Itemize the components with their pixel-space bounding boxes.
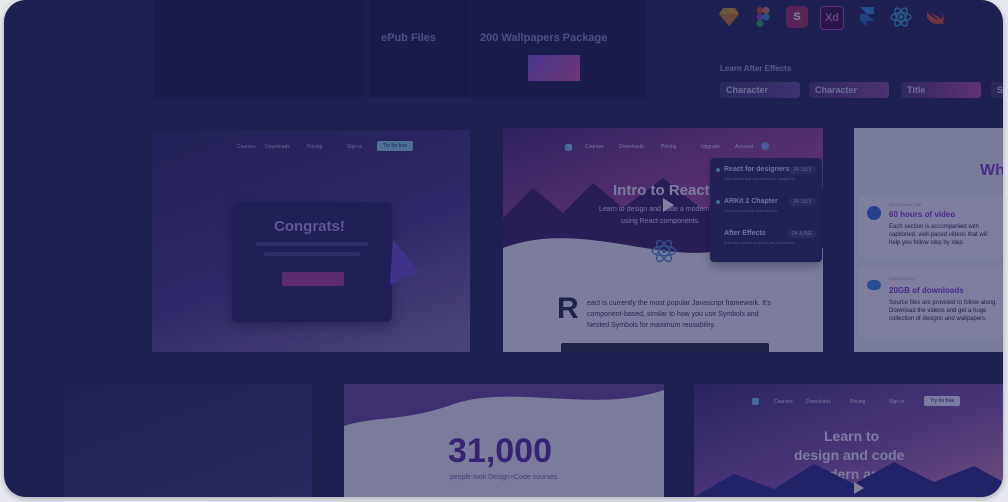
wallpaper-thumbnail [528,55,580,81]
after-effects-pill-2[interactable]: Character [809,82,889,98]
react-nav-logo-icon[interactable] [565,144,572,151]
dropdown-item-title: After Effects [724,230,766,237]
stats-card[interactable]: 31,000 people took Design+Code courses [344,384,664,497]
dropdown-item[interactable]: React for designers 24 JULY Get started … [710,164,822,194]
features-title: Wh [980,162,1003,179]
epub-card[interactable] [154,0,364,98]
xd-label: Xd [824,12,840,24]
react-subtitle-2: using React components. [621,218,700,225]
dropdown-item-badge: 24 JUNE [787,230,816,238]
after-effects-pill-3[interactable]: Title [901,82,981,98]
xd-icon[interactable]: Xd [820,6,844,30]
feature-2-line-2: Download the videos and get a huge [889,308,987,314]
congrats-nav-signin[interactable]: Sign in [347,144,362,150]
congrats-nav-courses[interactable]: Courses [237,144,256,150]
dropdown-item-dot-icon [716,168,720,172]
stats-wave [344,384,664,426]
react-nav-account[interactable]: Account [735,144,753,150]
dropdown-item-desc: A simple course to teach you the basics [724,240,795,245]
congrats-title: Congrats! [274,218,345,235]
feature-2-line-1: Source files are provided to follow alon… [889,300,998,306]
epub-title: ePub Files [381,32,437,44]
react-nav-upgrade[interactable]: Upgrade [701,144,720,150]
congrats-button[interactable] [282,272,344,286]
landing-nav-signin[interactable]: Sign in [889,399,904,405]
feature-2-title: 20GB of downloads [889,286,964,295]
courses-dropdown: React for designers 24 JULY Get started … [710,158,822,262]
stats-number: 31,000 [448,432,552,470]
landing-title-1: Learn to [824,428,880,444]
body-dropcap: R [557,292,579,325]
wallpapers-title: 200 Wallpapers Package [480,32,608,44]
play-circle-icon [867,206,881,220]
avatar[interactable] [761,142,769,150]
congrats-nav-pricing[interactable]: Pricing [307,144,322,150]
react-subtitle-1: Learn to design and code a modern [599,206,710,213]
stats-caption: people took Design+Code courses [450,474,558,481]
features-card[interactable]: Wh WATCH ANYTIME 60 hours of video Each … [854,128,1003,352]
wallpapers-card[interactable]: 200 Wallpapers Package [470,0,645,98]
landing-crystal-shapes [694,462,1003,497]
landing-logo-icon[interactable] [752,398,759,405]
after-effects-pill-1[interactable]: Character [720,82,800,98]
congrats-card[interactable]: Courses Downloads Pricing Sign in Try fo… [152,130,470,352]
dropdown-item-title: ARKit 2 Chapter [724,198,778,205]
swift-icon[interactable] [924,6,946,28]
body-text-2: component-based, similar to how you use … [587,311,759,318]
tools-icon-row: S Xd [718,6,946,30]
feature-1-line-2: captioned, well-paced videos that will [889,232,988,238]
play-icon[interactable] [663,198,674,212]
react-nav-courses[interactable]: Courses [585,144,604,150]
bottom-left-card[interactable] [64,384,312,497]
landing-nav-courses[interactable]: Courses [774,399,793,405]
landing-cta-button[interactable]: Try for free [924,396,961,406]
dropdown-item[interactable]: After Effects 24 JUNE A simple course to… [710,228,822,258]
react-intro-card[interactable]: Courses Downloads Pricing Upgrade Accoun… [503,128,823,352]
react-logo-icon [651,239,677,263]
feature-1-line-3: help you follow step by step. [889,240,965,246]
dropdown-item-badge: 24 JULY [789,166,816,174]
feature-1-kicker: WATCH ANYTIME [889,202,922,207]
sketch-icon[interactable] [718,6,740,28]
dropdown-item-desc: Get started learning React for designing [724,176,795,181]
react-nav-pricing[interactable]: Pricing [661,144,676,150]
congrats-text-line [256,242,368,246]
congrats-modal: Congrats! [232,202,392,322]
after-effects-pill-4[interactable]: S [991,82,1003,98]
dropdown-item-badge: 24 JULY [789,198,816,206]
body-text-1: eact is currently the most popular Javas… [587,300,771,307]
feature-2-line-3: collection of designs and wallpapers. [889,316,987,322]
congrats-text-line [264,252,360,256]
landing-play-icon[interactable] [854,482,864,494]
react-nav-downloads[interactable]: Downloads [619,144,644,150]
framer-icon[interactable] [856,6,878,28]
feature-video-card[interactable]: WATCH ANYTIME 60 hours of video Each sec… [859,196,1003,258]
s-label: S [793,11,801,23]
feature-1-line-1: Each section is accompanied with [889,224,980,230]
epub-files-card[interactable]: ePub Files [369,0,469,98]
figma-icon[interactable] [752,6,774,28]
app-window: ePub Files 200 Wallpapers Package S Xd L… [4,0,1003,497]
react-title: Intro to React [613,182,710,199]
dropdown-item[interactable]: ARKit 2 Chapter 24 JULY Learn to build A… [710,196,822,226]
landing-nav-pricing[interactable]: Pricing [850,399,865,405]
dropdown-item-desc: Learn to build AR experiences [724,208,778,213]
react-icon[interactable] [890,6,912,28]
landing-nav-downloads[interactable]: Downloads [806,399,831,405]
after-effects-heading: Learn After Effects [720,64,792,73]
code-block [561,343,769,352]
congrats-nav-downloads[interactable]: Downloads [265,144,290,150]
dropdown-item-dot-icon [716,200,720,204]
congrats-cta-button[interactable]: Try for free [377,141,414,151]
dropdown-item-title: React for designers [724,166,790,173]
feature-2-kicker: DOWNLOADS [889,276,916,281]
feature-1-title: 60 hours of video [889,210,956,219]
cloud-download-icon [867,280,881,290]
s-icon[interactable]: S [786,6,808,28]
feature-downloads-card[interactable]: DOWNLOADS 20GB of downloads Source files… [859,266,1003,338]
landing-card[interactable]: Courses Downloads Pricing Sign in Try fo… [694,384,1003,497]
body-text-3: Nested Symbols for maximum reusability. [587,322,716,329]
